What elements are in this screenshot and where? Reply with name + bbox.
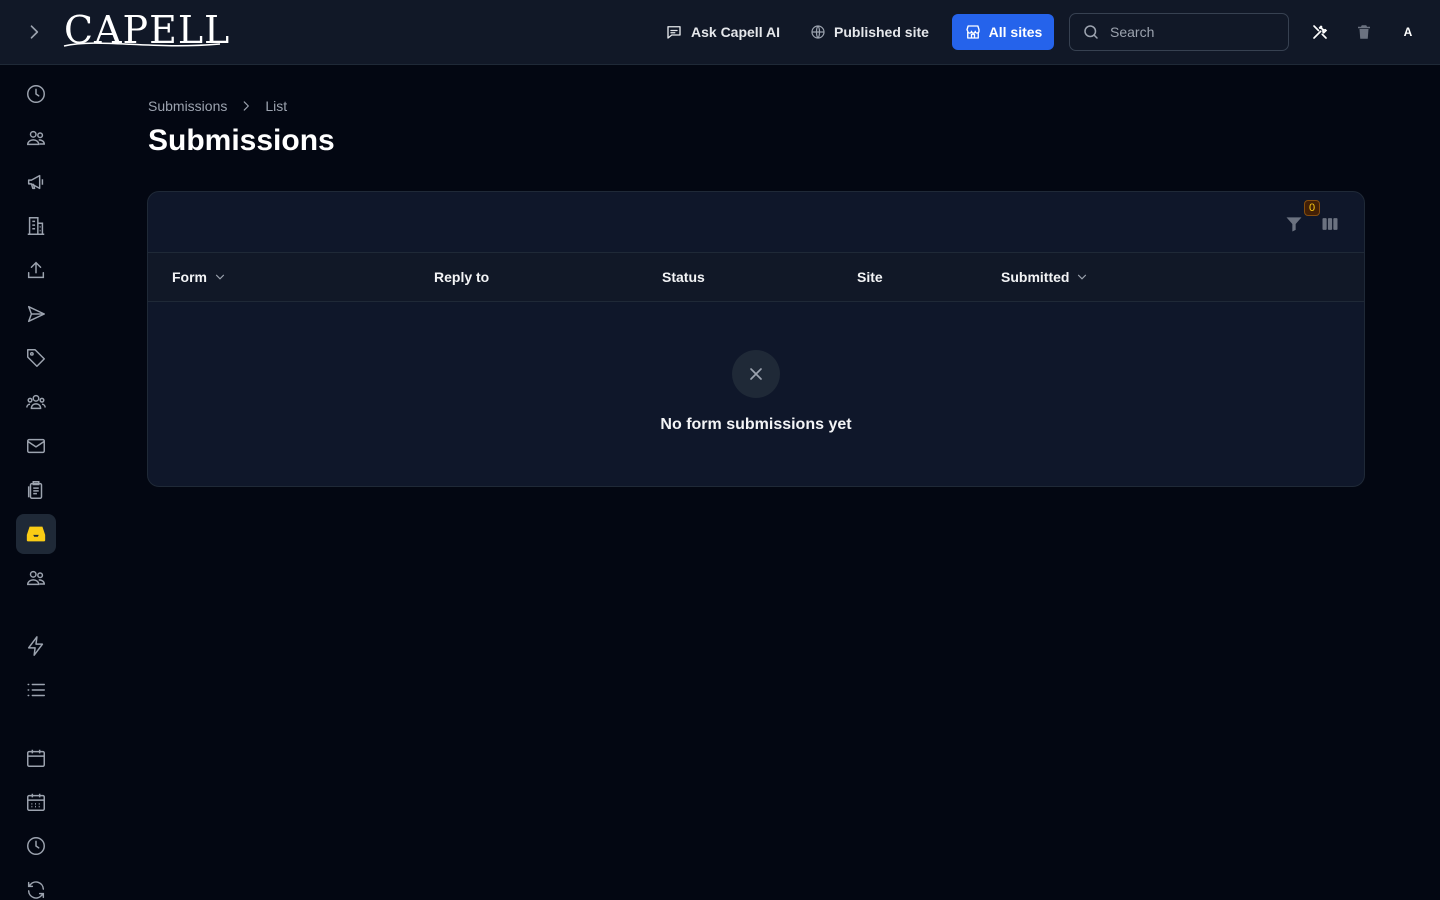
user-group-icon — [26, 394, 46, 410]
column-header-reply-to: Reply to — [434, 269, 489, 285]
sidebar-item-send[interactable] — [16, 294, 56, 334]
search-icon — [1084, 25, 1098, 39]
column-header-site: Site — [857, 269, 883, 285]
sidebar-item-automations[interactable] — [16, 626, 56, 666]
tag-icon — [27, 349, 45, 367]
published-site-link[interactable]: Published site — [810, 20, 929, 44]
all-sites-label: All sites — [988, 24, 1043, 40]
column-header-label: Site — [857, 269, 883, 285]
paper-plane-icon — [27, 305, 45, 323]
user-avatar[interactable]: A — [1396, 20, 1420, 44]
clock-icon — [27, 837, 45, 855]
search-box[interactable] — [1069, 13, 1289, 51]
empty-state-badge — [732, 350, 780, 398]
breadcrumb: Submissions List — [148, 96, 287, 116]
toggle-columns-button[interactable] — [1318, 212, 1342, 236]
published-site-label: Published site — [834, 24, 929, 40]
chevron-right-icon — [30, 25, 39, 39]
chevron-down-icon — [215, 274, 225, 280]
list-icon — [27, 683, 45, 697]
upload-icon — [27, 261, 45, 279]
sidebar — [0, 65, 72, 900]
envelope-icon — [27, 438, 45, 454]
top-bar: CAPELL Ask Capell AI Published site All … — [0, 0, 1440, 65]
bolt-icon — [27, 636, 44, 656]
sidebar-item-history[interactable] — [16, 826, 56, 866]
column-header-status: Status — [662, 269, 705, 285]
calendar-icon — [27, 749, 45, 767]
expand-sidebar-button[interactable] — [22, 20, 46, 44]
globe-icon — [811, 25, 825, 39]
sidebar-item-users[interactable] — [16, 118, 56, 158]
column-header-label: Submitted — [1001, 269, 1070, 285]
sidebar-item-calendar[interactable] — [16, 738, 56, 778]
clock-icon — [27, 85, 45, 103]
sidebar-item-tags[interactable] — [16, 338, 56, 378]
megaphone-icon — [27, 174, 44, 190]
storefront-icon — [965, 25, 980, 39]
wrench-screwdriver-icon — [1313, 25, 1328, 39]
clipboard-icon — [27, 481, 43, 499]
breadcrumb-current: List — [265, 98, 288, 114]
logo-swash-icon — [63, 42, 221, 47]
column-header-submitted[interactable]: Submitted — [1001, 269, 1089, 285]
view-columns-icon — [1322, 218, 1338, 230]
chevron-down-icon — [1078, 274, 1087, 280]
sidebar-item-uploads[interactable] — [16, 250, 56, 290]
tools-button[interactable] — [1308, 20, 1332, 44]
sidebar-item-submissions[interactable] — [16, 514, 56, 554]
users-icon — [27, 130, 45, 146]
sidebar-item-campaigns[interactable] — [16, 162, 56, 202]
ask-ai-label: Ask Capell AI — [691, 24, 780, 40]
page-title: Submissions — [148, 124, 335, 157]
breadcrumb-submissions-link[interactable]: Submissions — [148, 98, 227, 114]
table-header: Form Reply to Status Site Submitted — [148, 253, 1364, 302]
ask-ai-button[interactable]: Ask Capell AI — [665, 20, 780, 44]
sidebar-item-groups[interactable] — [16, 382, 56, 422]
sidebar-item-members[interactable] — [16, 558, 56, 598]
column-header-label: Status — [662, 269, 705, 285]
funnel-icon — [1286, 217, 1302, 232]
sidebar-item-sync[interactable] — [16, 870, 56, 900]
sidebar-item-companies[interactable] — [16, 206, 56, 246]
sidebar-item-clipboard[interactable] — [16, 470, 56, 510]
chat-bubble-icon — [667, 26, 681, 39]
users-icon — [27, 570, 45, 586]
submissions-table: 0 Form Reply to Status Site Submitted No… — [147, 191, 1365, 487]
sidebar-item-events[interactable] — [16, 782, 56, 822]
inbox-icon — [26, 526, 46, 542]
empty-state-message: No form submissions yet — [660, 416, 852, 433]
column-header-label: Reply to — [434, 269, 490, 285]
sidebar-item-lists[interactable] — [16, 670, 56, 710]
search-input[interactable] — [1110, 24, 1270, 40]
trash-button[interactable] — [1352, 20, 1376, 44]
sidebar-item-activity[interactable] — [16, 74, 56, 114]
all-sites-button[interactable]: All sites — [952, 14, 1054, 50]
refresh-icon — [27, 881, 45, 899]
trash-icon — [1358, 25, 1370, 39]
calendar-days-icon — [27, 793, 45, 811]
filter-button[interactable] — [1282, 212, 1306, 236]
building-icon — [27, 217, 45, 235]
column-header-form[interactable]: Form — [172, 269, 227, 285]
table-toolbar: 0 — [148, 192, 1364, 253]
chevron-right-icon — [244, 101, 250, 111]
x-mark-icon — [750, 368, 762, 380]
sidebar-item-mail[interactable] — [16, 426, 56, 466]
column-header-label: Form — [172, 269, 207, 285]
